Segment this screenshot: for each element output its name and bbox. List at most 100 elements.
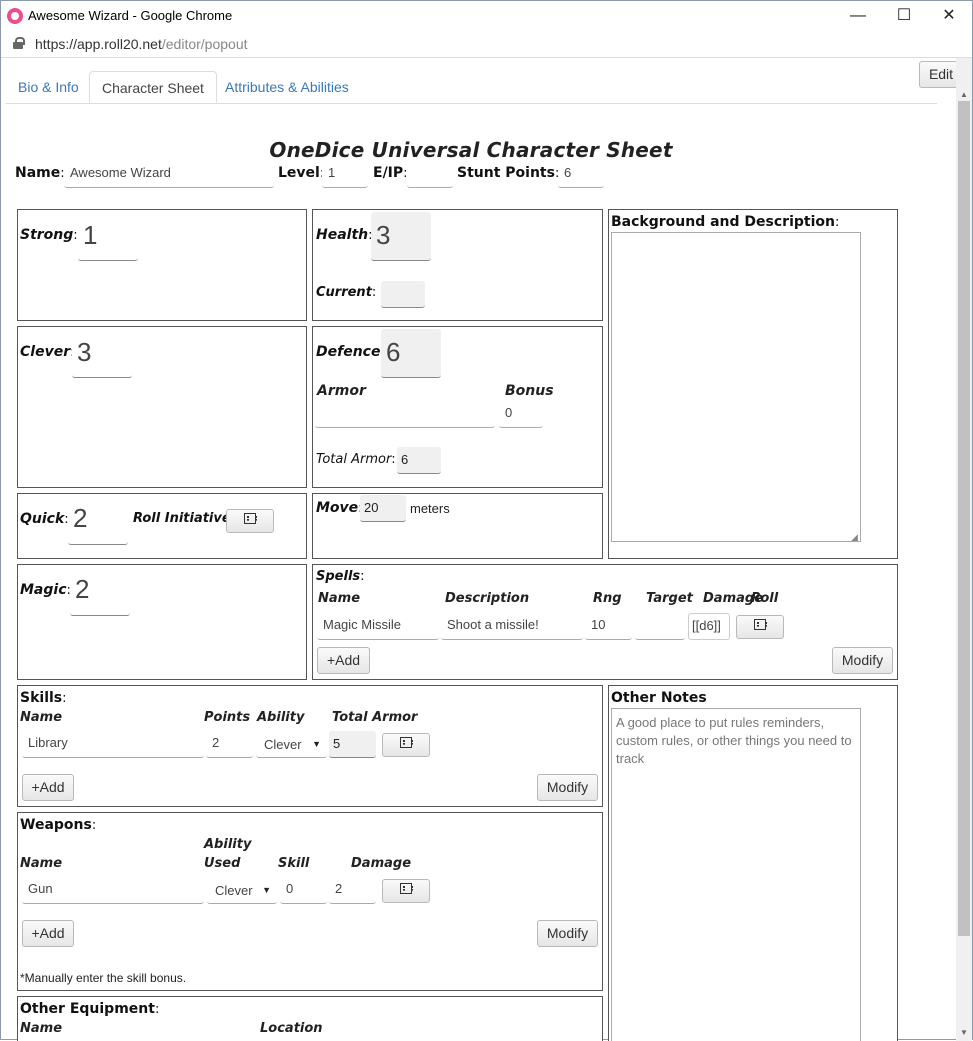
- skill-points-input[interactable]: 2: [206, 731, 253, 758]
- ep-input[interactable]: [407, 161, 453, 188]
- clever-label: Clever:: [20, 344, 74, 360]
- weapons-header-ability-line1: Ability: [204, 837, 252, 852]
- defence-value: 6: [386, 337, 401, 367]
- weapons-label: Weapons:: [20, 817, 97, 833]
- magic-label: Magic:: [20, 582, 71, 598]
- move-input[interactable]: 20: [360, 495, 406, 522]
- roll-initiative-label: Roll Initiative:: [133, 511, 235, 526]
- move-unit: meters: [410, 501, 450, 516]
- total-armor-input[interactable]: 6: [397, 447, 441, 474]
- dice-icon: [244, 513, 257, 524]
- strong-label: Strong:: [20, 227, 78, 243]
- skills-header-points: Points: [204, 710, 251, 725]
- spells-header-name: Name: [318, 591, 361, 606]
- weapon-ability-value: Clever: [215, 883, 253, 898]
- tab-attributes-abilities[interactable]: Attributes & Abilities: [213, 71, 361, 103]
- resize-grip-icon[interactable]: ◢: [851, 532, 858, 543]
- other-notes-textarea[interactable]: A good place to put rules reminders, cus…: [611, 708, 861, 1041]
- skill-ability-select[interactable]: Clever ▼: [256, 731, 327, 758]
- sheet-title: OneDice Universal Character Sheet: [269, 138, 673, 162]
- spell-name-input[interactable]: Magic Missile: [317, 613, 439, 640]
- stunt-points-input[interactable]: 6: [558, 161, 604, 188]
- bonus-input[interactable]: 0: [499, 401, 543, 428]
- armor-label: Armor: [317, 383, 366, 399]
- current-health-input[interactable]: [381, 281, 425, 308]
- weapons-add-button[interactable]: +Add: [22, 920, 74, 947]
- skill-name-input[interactable]: Library: [22, 731, 204, 758]
- spell-description-input[interactable]: Shoot a missile!: [441, 613, 583, 640]
- skill-roll-button[interactable]: [382, 733, 430, 757]
- url-path: /editor/popout: [161, 36, 248, 52]
- roll-initiative-button[interactable]: [226, 509, 274, 533]
- current-label: Current:: [316, 285, 377, 300]
- bonus-label: Bonus: [505, 383, 554, 399]
- move-label: Move:: [316, 500, 363, 516]
- other-notes-label: Other Notes: [611, 690, 707, 706]
- clever-value: 3: [77, 337, 92, 367]
- browser-window: Awesome Wizard - Google Chrome — ☐ ✕ htt…: [0, 0, 973, 1041]
- tab-bio-info[interactable]: Bio & Info: [6, 71, 91, 103]
- strong-value: 1: [83, 220, 98, 250]
- spells-header-roll: Roll: [751, 591, 779, 606]
- skills-label: Skills:: [20, 690, 67, 706]
- equipment-header-location: Location: [260, 1021, 323, 1036]
- weapons-header-skill: Skill: [278, 856, 310, 871]
- weapon-roll-button[interactable]: [382, 879, 430, 903]
- scroll-down-icon[interactable]: ▼: [956, 1025, 972, 1041]
- dropdown-arrow-icon: ▼: [312, 739, 321, 749]
- spell-damage-input[interactable]: [[d6]]: [688, 613, 730, 640]
- skill-total-input[interactable]: 5: [329, 731, 376, 758]
- skills-header-total-armor: Total Armor: [332, 710, 418, 725]
- magic-value: 2: [75, 574, 90, 604]
- url-text[interactable]: https://app.roll20.net/editor/popout: [35, 36, 248, 52]
- skill-ability-value: Clever: [264, 737, 302, 752]
- spell-roll-button[interactable]: [736, 615, 784, 639]
- weapon-name-input[interactable]: Gun: [22, 877, 204, 904]
- weapon-skill-input[interactable]: 0: [280, 877, 327, 904]
- stunt-points-label: Stunt Points:: [457, 165, 559, 181]
- equipment-label: Other Equipment:: [20, 1001, 160, 1017]
- quick-label: Quick:: [20, 511, 69, 527]
- address-bar[interactable]: https://app.roll20.net/editor/popout: [1, 31, 972, 58]
- armor-input[interactable]: [315, 401, 495, 428]
- skills-modify-button[interactable]: Modify: [537, 774, 598, 801]
- spells-header-rng: Rng: [593, 591, 622, 606]
- weapon-damage-input[interactable]: 2: [329, 877, 376, 904]
- roll20-favicon-icon: [7, 8, 23, 24]
- url-host: https://app.roll20.net: [35, 36, 162, 52]
- lock-icon: [13, 37, 25, 49]
- weapons-header-ability-line2: Used: [204, 856, 241, 871]
- background-textarea[interactable]: [611, 232, 861, 542]
- tab-character-sheet[interactable]: Character Sheet: [89, 71, 217, 103]
- scrollbar-thumb[interactable]: [958, 101, 970, 936]
- quick-value: 2: [73, 503, 88, 533]
- weapon-ability-select[interactable]: Clever ▼: [207, 877, 277, 904]
- name-input[interactable]: Awesome Wizard: [64, 161, 274, 188]
- spells-modify-button[interactable]: Modify: [832, 647, 893, 674]
- spells-header-target: Target: [646, 591, 693, 606]
- dice-icon: [400, 883, 413, 894]
- dropdown-arrow-icon: ▼: [262, 885, 271, 895]
- window-title: Awesome Wizard - Google Chrome: [28, 8, 233, 23]
- spell-target-input[interactable]: [635, 613, 685, 640]
- weapons-header-name: Name: [20, 856, 63, 871]
- spells-label: Spells:: [316, 569, 365, 584]
- dice-icon: [754, 619, 767, 630]
- weapons-note: *Manually enter the skill bonus.: [20, 971, 187, 985]
- maximize-button[interactable]: ☐: [881, 1, 927, 31]
- title-bar: Awesome Wizard - Google Chrome — ☐ ✕: [1, 1, 972, 31]
- weapons-modify-button[interactable]: Modify: [537, 920, 598, 947]
- skills-add-button[interactable]: +Add: [22, 774, 74, 801]
- spells-add-button[interactable]: +Add: [317, 647, 370, 674]
- dice-icon: [400, 737, 413, 748]
- spell-rng-input[interactable]: 10: [585, 613, 632, 640]
- minimize-button[interactable]: —: [835, 1, 881, 31]
- equipment-header-name: Name: [20, 1021, 63, 1036]
- total-armor-label: Total Armor:: [316, 452, 396, 467]
- close-button[interactable]: ✕: [926, 1, 972, 31]
- level-input[interactable]: 1: [322, 161, 368, 188]
- ep-label: E/IP:: [373, 165, 408, 181]
- background-label: Background and Description:: [611, 214, 840, 230]
- spells-header-description: Description: [445, 591, 530, 606]
- defence-label: Defence:: [316, 344, 385, 360]
